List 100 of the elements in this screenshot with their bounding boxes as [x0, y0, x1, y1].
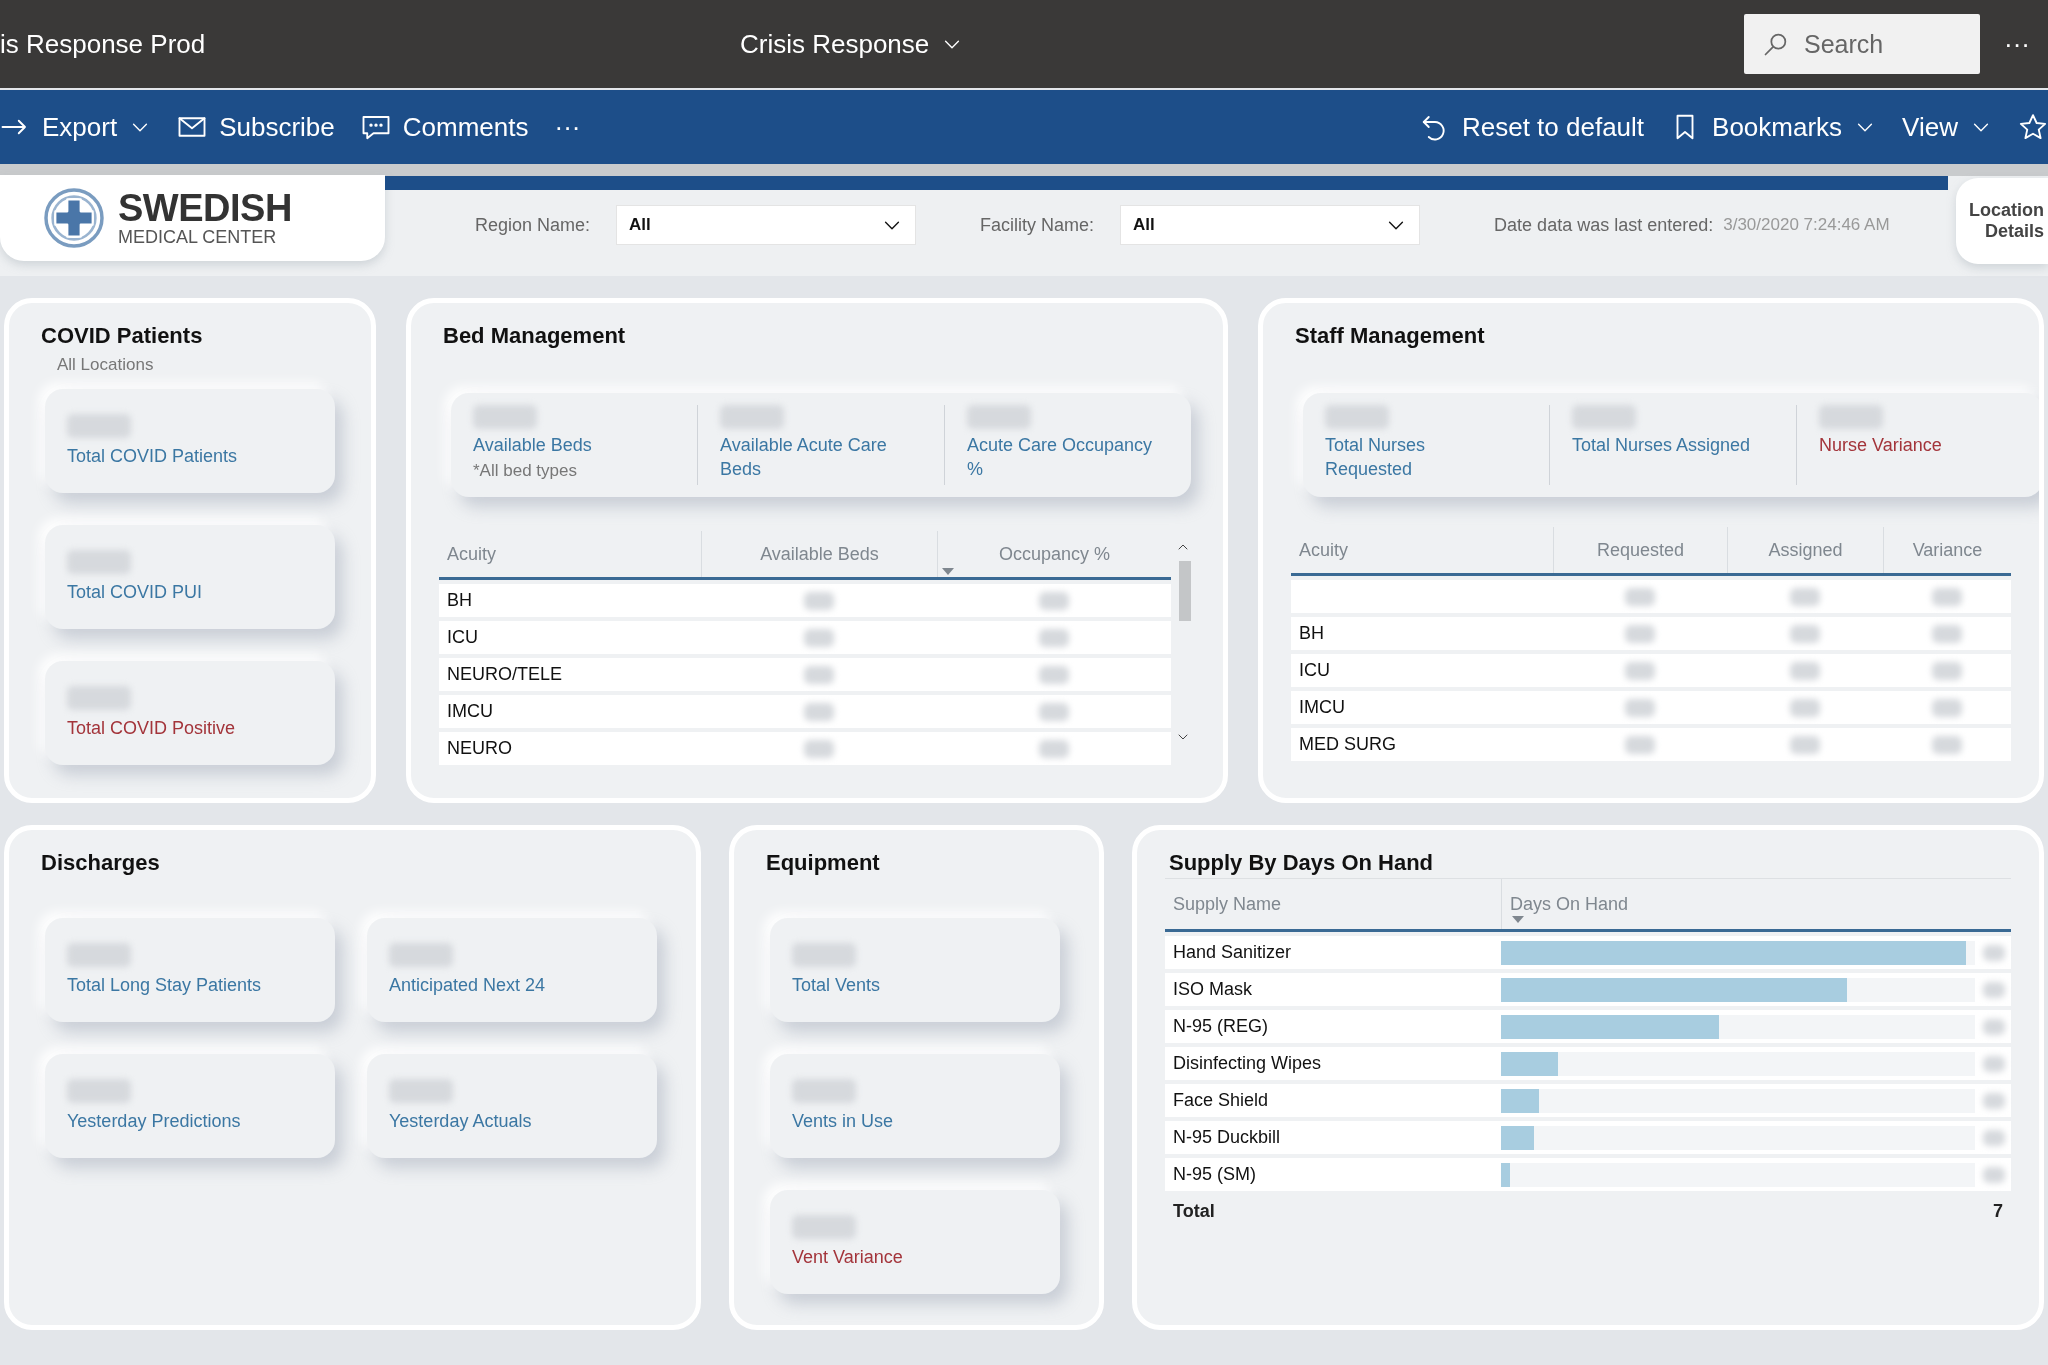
blurred-value [1625, 698, 1655, 717]
kpi-label: Total COVID Positive [67, 716, 237, 740]
total-value: 7 [1993, 1201, 2003, 1222]
blurred-value [1625, 624, 1655, 643]
kpi-label: Acute Care Occupancy % [967, 434, 1154, 482]
panel-title: Equipment [766, 850, 881, 876]
blurred-value [1625, 661, 1655, 680]
blurred-value [67, 413, 131, 438]
filter-dropdown[interactable]: All [1120, 205, 1421, 245]
blurred-value [1932, 735, 1962, 754]
panel-title: Bed Management [443, 323, 627, 349]
blurred-value [804, 665, 834, 684]
blurred-value [804, 591, 834, 610]
blurred-value [389, 942, 453, 967]
blurred-value [1790, 661, 1820, 680]
report-title: is Response Prod [0, 28, 207, 60]
logo-name: SWEDISH [118, 188, 292, 227]
table-cell-text: Disinfecting Wipes [1172, 1053, 1323, 1074]
blurred-value [1932, 661, 1962, 680]
search-field[interactable]: Search [1744, 14, 1980, 74]
date-label: Date data was last entered: [1494, 214, 1714, 236]
blurred-value [1039, 739, 1069, 758]
table-cell-text: NEURO [446, 737, 513, 760]
blurred-value [1983, 1018, 2005, 1035]
blurred-value [804, 702, 834, 721]
panel-title: Supply By Days On Hand [1169, 850, 1435, 876]
blurred-value [1790, 698, 1820, 717]
more-options-button[interactable]: ··· [2004, 28, 2030, 60]
toolbar-button[interactable]: Subscribe [177, 111, 335, 143]
table-cell-text: N-95 Duckbill [1172, 1127, 1282, 1148]
blurred-value [67, 1078, 131, 1103]
total-label: Total [1173, 1201, 1215, 1222]
blurred-value [1039, 702, 1069, 721]
cross-logo-icon [42, 186, 106, 250]
table-cell-text: N-95 (SM) [1172, 1164, 1257, 1185]
panel-title: Discharges [41, 850, 161, 876]
kpi-label: Available Beds [473, 434, 593, 457]
table-cell-text: BH [1298, 622, 1325, 645]
kpi-label: Total COVID PUI [67, 580, 204, 604]
blurred-value [1983, 1055, 2005, 1072]
table-cell-text: NEURO/TELE [446, 663, 564, 686]
sort-arrow-icon [942, 568, 954, 575]
table-cell-text: ICU [1298, 659, 1331, 682]
blurred-value [1039, 665, 1069, 684]
kpi-label: Total COVID Patients [67, 444, 239, 468]
kpi-label: Yesterday Actuals [389, 1109, 533, 1133]
toolbar-button[interactable]: Reset to default [1419, 111, 1645, 143]
toolbar-button[interactable]: Comments [360, 111, 529, 143]
table-cell-text: IMCU [446, 700, 494, 723]
table-cell-text: IMCU [1298, 696, 1346, 719]
blurred-value [1790, 624, 1820, 643]
toolbar-button[interactable]: Bookmarks [1670, 111, 1877, 143]
kpi-label: Nurse Variance [1819, 434, 1943, 457]
blurred-value [792, 942, 856, 967]
panel-title: Staff Management [1295, 323, 1486, 349]
blurred-value [1625, 587, 1655, 606]
blurred-value [1983, 1166, 2005, 1183]
toolbar-button[interactable]: ··· [554, 111, 581, 143]
kpi-label: Yesterday Predictions [67, 1109, 242, 1133]
blurred-value [1983, 981, 2005, 998]
filter-dropdown[interactable]: All [616, 205, 917, 245]
blurred-value [792, 1078, 856, 1103]
logo-subtitle: MEDICAL CENTER [118, 226, 278, 248]
blurred-value [1932, 624, 1962, 643]
blurred-value [1932, 698, 1962, 717]
scrollbar-thumb[interactable] [1179, 561, 1191, 621]
table-cell-text: MED SURG [1298, 733, 1397, 756]
table-cell-text: ICU [446, 626, 479, 649]
table-cell-text: BH [446, 589, 473, 612]
star-icon [2018, 112, 2048, 142]
table-cell-text: Hand Sanitizer [1172, 942, 1293, 963]
blurred-value [67, 685, 131, 710]
blurred-value [1983, 944, 2005, 961]
kpi-label: Vent Variance [792, 1245, 904, 1269]
filter-label: Region Name: [475, 214, 591, 236]
blurred-value [804, 628, 834, 647]
workspace-dropdown[interactable]: Crisis Response [740, 28, 964, 60]
toolbar-button[interactable]: View [1902, 111, 1992, 143]
filter-label: Facility Name: [980, 214, 1095, 236]
panel-title: COVID Patients [41, 323, 204, 349]
kpi-label: Anticipated Next 24 [389, 973, 547, 997]
panel-subtitle: All Locations [57, 355, 155, 375]
table-cell-text: ISO Mask [1172, 979, 1253, 1000]
toolbar-button[interactable]: Export [0, 111, 152, 143]
blurred-value [1983, 1092, 2005, 1109]
date-value: 3/30/2020 7:24:46 AM [1723, 215, 1890, 235]
blurred-value [389, 1078, 453, 1103]
sort-arrow-icon [1512, 916, 1524, 923]
kpi-label: Total Vents [792, 973, 882, 997]
kpi-note: *All bed types [473, 461, 578, 482]
table-cell-text: Face Shield [1172, 1090, 1270, 1111]
blurred-value [1932, 587, 1962, 606]
kpi-label: Vents in Use [792, 1109, 895, 1133]
blurred-value [804, 739, 834, 758]
kpi-label: Total Long Stay Patients [67, 973, 263, 997]
blurred-value [792, 1214, 856, 1239]
blurred-value [1039, 591, 1069, 610]
location-details-button[interactable]: Location Details [1956, 178, 2048, 264]
kpi-label: Available Acute Care Beds [720, 434, 888, 482]
kpi-label: Total Nurses Requested [1325, 434, 1427, 482]
